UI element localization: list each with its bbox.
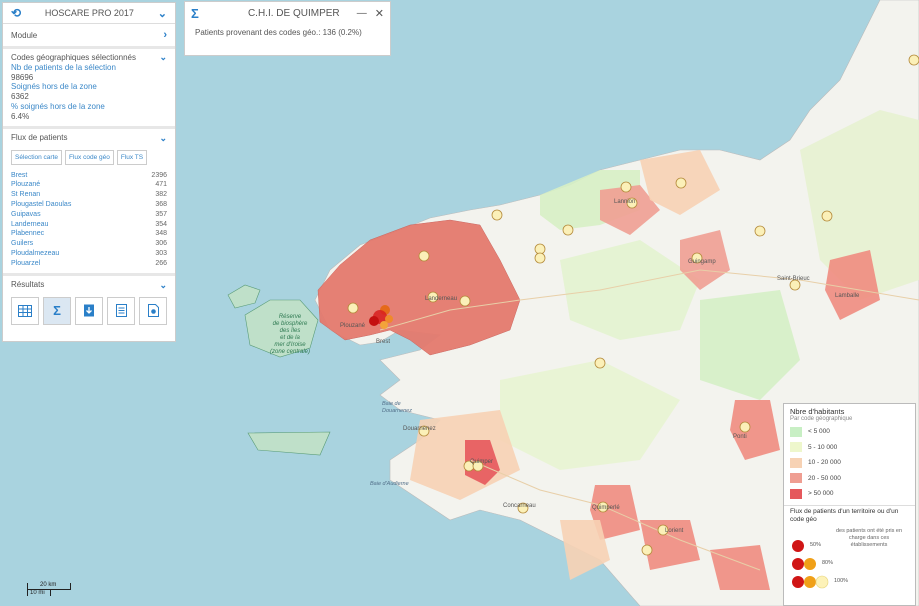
map-label-quimper: Quimper <box>470 459 493 465</box>
legend-item: 10 - 20 000 <box>790 455 909 471</box>
document-icon[interactable] <box>107 296 135 325</box>
chevron-down-icon[interactable]: ⌄ <box>159 280 167 291</box>
legend-item: < 5 000 <box>790 424 909 440</box>
geo-title: Codes géographiques sélectionnés <box>11 53 136 62</box>
map-label-landerneau: Landerneau <box>425 296 457 302</box>
swatch <box>790 488 802 499</box>
legend-item: > 50 000 <box>790 486 909 502</box>
chevron-down-icon[interactable]: ⌄ <box>158 7 167 20</box>
close-icon[interactable]: ✕ <box>375 7 384 20</box>
list-item[interactable]: Plougastel Daoulas 368 <box>11 200 167 210</box>
map-label-ponti: Ponti <box>733 434 747 440</box>
swatch <box>790 426 802 437</box>
sigma-icon[interactable]: Σ <box>43 296 71 325</box>
table-icon[interactable] <box>11 296 39 325</box>
hors-zone-value: 6362 <box>11 92 29 102</box>
swatch <box>790 457 802 468</box>
map-label-douarnenez: Douarnenez <box>403 426 436 432</box>
popup-panel: Σ C.H.I. DE QUIMPER — ✕ Patients provena… <box>184 1 391 56</box>
scale-km: 20 km <box>40 582 57 588</box>
map-label-brest: Brest <box>376 339 390 345</box>
pct-50-label: 50% <box>810 541 822 548</box>
flux-list: Brest 2396 Plouzané 471 St Renan 382 Plouga… <box>11 171 167 269</box>
chevron-down-icon[interactable]: ⌄ <box>159 52 167 63</box>
flux-title: Flux de patients <box>11 132 68 142</box>
app-title: HOSCARE PRO 2017 <box>44 8 134 18</box>
chevron-down-icon[interactable]: ⌄ <box>159 133 167 144</box>
refresh-icon[interactable]: ⟲ <box>11 6 21 20</box>
map-label-st-brieuc: Saint-Brieuc <box>777 276 810 282</box>
list-item[interactable]: Plouzané 471 <box>11 180 167 190</box>
pct-80-label: 80% <box>822 559 834 566</box>
flux-button-row: Sélection carte Flux code géo Flux TS <box>11 149 167 165</box>
popup-title: C.H.I. DE QUIMPER <box>247 7 340 19</box>
pct-hors-zone-label: % soignés hors de la zone <box>11 101 105 111</box>
flux-legend-title: Flux de patients d'un territoire ou d'un… <box>790 507 899 523</box>
selection-carte-button[interactable]: Sélection carte <box>11 149 62 165</box>
scale-bar: 20 km 10 mi <box>27 582 71 596</box>
results-title: Résultats <box>11 279 45 289</box>
legend-title: Nbre d'habitants <box>790 407 845 416</box>
list-item[interactable]: Plabennec 348 <box>11 229 167 239</box>
map-label-concarneau: Concarneau <box>503 503 536 509</box>
list-item[interactable]: Brest 2396 <box>11 171 167 181</box>
swatch <box>790 473 802 484</box>
map-label-baie-audierne: Baie d'Audierne <box>370 481 409 487</box>
legend-item: 5 - 10 000 <box>790 440 909 456</box>
list-item[interactable]: Ploudalmezeau 303 <box>11 249 167 259</box>
legend-subtitle: Par code géographique <box>790 416 853 422</box>
list-item[interactable]: Guilers 306 <box>11 239 167 249</box>
nb-patients-value: 98696 <box>11 72 34 82</box>
module-label: Module <box>11 30 38 40</box>
download-icon[interactable] <box>75 296 103 325</box>
results-section: Résultats ⌄ Σ <box>3 276 175 331</box>
flux-legend-circles <box>792 539 829 588</box>
map-label-quimperle: Quimperlé <box>592 505 620 511</box>
popup-text: Patients provenant des codes géo.: 136 (… <box>195 28 362 37</box>
module-section[interactable]: Module › <box>3 24 175 49</box>
sigma-icon: Σ <box>191 5 199 21</box>
region-orange-7 <box>710 545 770 590</box>
legend-item: 20 - 50 000 <box>790 471 909 487</box>
swatch <box>790 442 802 453</box>
minimize-icon[interactable]: — <box>357 8 367 19</box>
hors-zone-label: Soignés hors de la zone <box>11 82 97 92</box>
nb-patients-label: Nb de patients de la sélection <box>11 62 116 72</box>
map-label-lorient: Lorient <box>665 528 684 534</box>
geo-section: Codes géographiques sélectionnés ⌄ Nb de… <box>3 49 175 129</box>
pdf-icon[interactable] <box>139 296 167 325</box>
left-panel: ⟲ HOSCARE PRO 2017 ⌄ Module › Codes géog… <box>2 2 176 342</box>
map-label-plouzane: Plouzané <box>340 323 366 329</box>
results-toolbar: Σ <box>11 291 167 327</box>
list-item[interactable]: Landerneau 354 <box>11 220 167 230</box>
flux-ts-button[interactable]: Flux TS <box>116 149 148 165</box>
map-label-lannion: Lannion <box>614 199 635 205</box>
list-item[interactable]: Plouarzel 266 <box>11 259 167 269</box>
pct-100-label: 100% <box>834 577 849 584</box>
flux-section: Flux de patients ⌄ Sélection carte Flux … <box>3 129 175 276</box>
flux-code-geo-button[interactable]: Flux code géo <box>65 149 114 165</box>
map-label-guingamp: Guingamp <box>688 259 716 265</box>
app-header: ⟲ HOSCARE PRO 2017 ⌄ <box>3 3 175 24</box>
pct-hors-zone-value: 6.4% <box>11 111 30 121</box>
map-label-lamballe: Lamballe <box>835 293 860 299</box>
legend-panel: Nbre d'habitants Par code géographique <… <box>783 403 916 606</box>
list-item[interactable]: Guipavas 357 <box>11 210 167 220</box>
scale-mi: 10 mi <box>30 590 45 596</box>
chevron-right-icon[interactable]: › <box>163 29 167 41</box>
list-item[interactable]: St Renan 382 <box>11 190 167 200</box>
